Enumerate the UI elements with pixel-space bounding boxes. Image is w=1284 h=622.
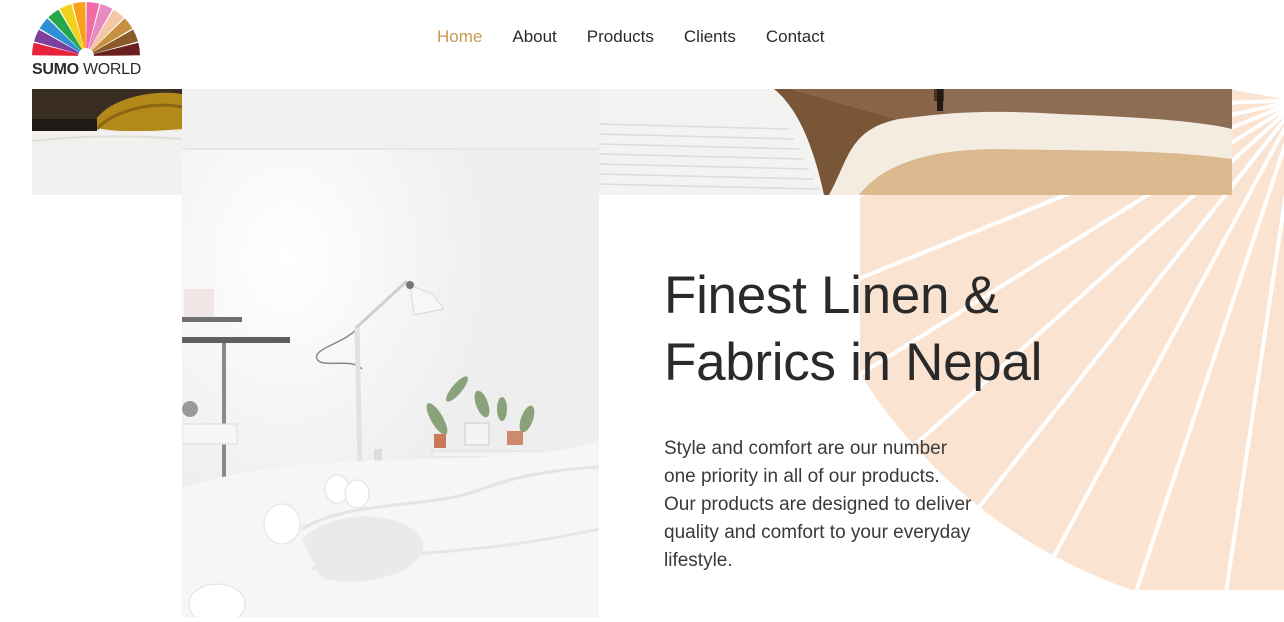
nav-home[interactable]: Home [437,27,482,47]
brand-name-bold: SUMO [32,61,79,78]
logo-fan-icon [32,2,140,56]
nav-clients[interactable]: Clients [684,27,736,47]
bedroom-photo-main [182,89,599,617]
hero-title: Finest Linen & Fabrics in Nepal [664,262,1134,396]
bedroom-photo-right [599,89,1232,195]
bedroom-photo-left [32,89,182,195]
hero-title-line2: Fabrics in Nepal [664,333,1043,392]
brand-logo[interactable]: SUMO WORLD [30,0,145,82]
hero-title-line1: Finest Linen & [664,266,999,325]
site-header: SUMO WORLD Home About Products Clients C… [0,0,1284,89]
nav-about[interactable]: About [512,27,556,47]
brand-name-light: WORLD [82,61,142,78]
hero-description: Style and comfort are our number one pri… [664,438,972,571]
brand-name: SUMO WORLD [32,61,141,79]
nav-products[interactable]: Products [587,27,654,47]
nav-contact[interactable]: Contact [766,27,825,47]
main-nav: Home About Products Clients Contact [437,27,854,47]
